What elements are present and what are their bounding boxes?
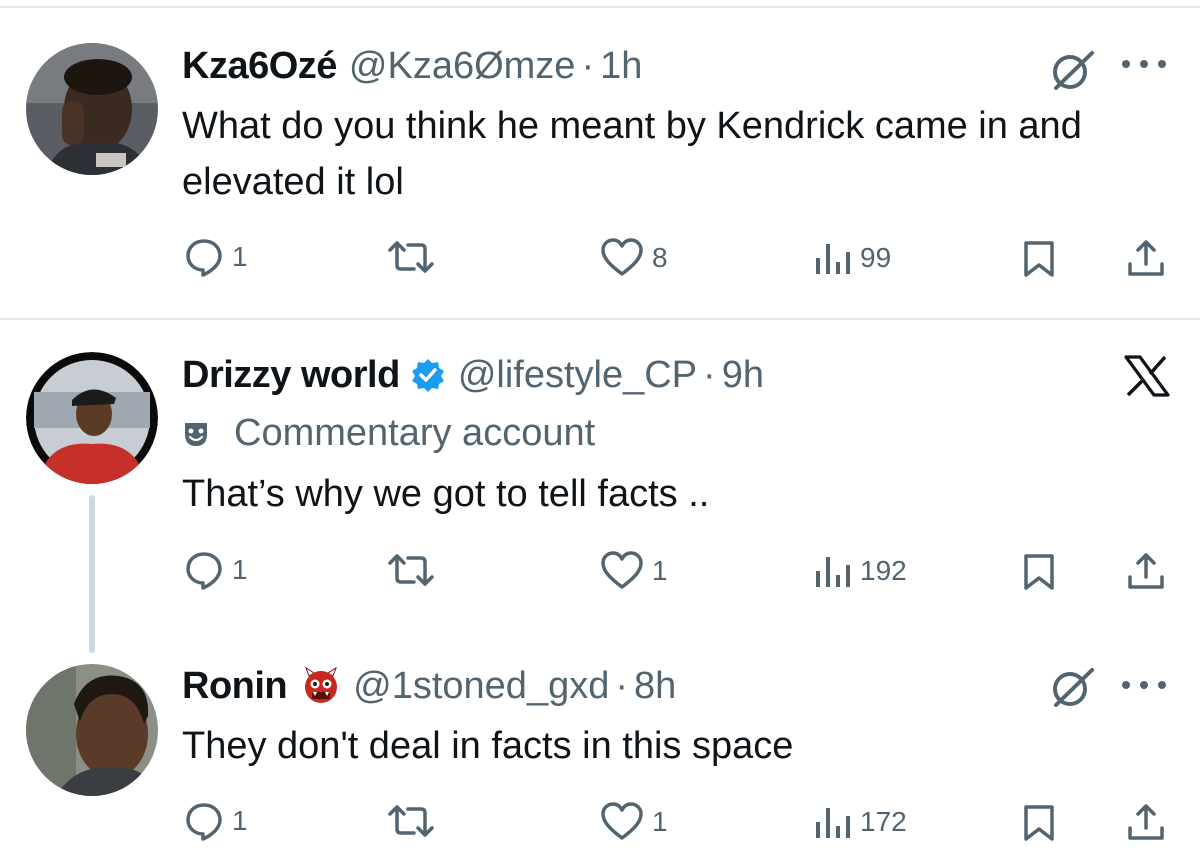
name-emoji [301, 666, 341, 706]
reply-icon [186, 552, 222, 590]
tweet-text: That’s why we got to tell facts .. [182, 473, 710, 515]
x-logo-icon[interactable] [1124, 355, 1170, 397]
like-count: 1 [652, 806, 668, 837]
like-button[interactable]: 8 [600, 238, 668, 278]
share-button[interactable] [1126, 238, 1166, 278]
reply-count: 1 [232, 805, 248, 836]
account-label[interactable]: Commentary account [182, 412, 595, 455]
like-count: 1 [652, 555, 668, 586]
grok-icon[interactable] [1048, 45, 1098, 95]
heart-icon [601, 802, 643, 840]
separator-dot: · [581, 44, 595, 87]
user-handle[interactable]: @Kza6Ømze [349, 45, 576, 88]
retweet-icon [388, 554, 434, 586]
avatar[interactable] [26, 352, 158, 484]
bookmark-icon [1024, 554, 1054, 590]
retweet-icon [388, 241, 434, 273]
retweet-icon [388, 805, 434, 837]
views-button[interactable]: 99 [814, 240, 891, 276]
retweet-button[interactable] [388, 552, 434, 588]
more-icon[interactable] [1118, 57, 1172, 71]
user-handle[interactable]: @lifestyle_CP [458, 354, 697, 397]
tweet-header: Kza6Ozé @Kza6Ømze · 1h [182, 41, 642, 91]
avatar[interactable] [26, 43, 158, 175]
tweet-header: Ronin @1stoned_gxd · 8h [182, 661, 676, 711]
reply-button[interactable]: 1 [184, 801, 248, 841]
display-name[interactable]: Drizzy world [182, 354, 400, 397]
display-name[interactable]: Ronin [182, 665, 288, 708]
tweet-header: Drizzy world @lifestyle_CP · 9h [182, 350, 764, 400]
bookmark-button[interactable] [1022, 804, 1056, 842]
display-name[interactable]: Kza6Ozé [182, 45, 337, 88]
reply-button[interactable]: 1 [184, 550, 248, 590]
reply-count: 1 [232, 241, 248, 272]
timestamp[interactable]: 9h [722, 354, 764, 397]
views-icon [816, 244, 850, 274]
reply-icon [186, 803, 222, 841]
views-button[interactable]: 172 [814, 804, 907, 840]
like-button[interactable]: 1 [600, 551, 668, 591]
bookmark-button[interactable] [1022, 553, 1056, 591]
theater-mask-icon [185, 422, 207, 446]
share-button[interactable] [1126, 551, 1166, 591]
reply-count: 1 [232, 554, 248, 585]
views-count: 99 [860, 242, 892, 273]
account-label-text: Commentary account [234, 412, 596, 454]
share-button[interactable] [1126, 802, 1166, 842]
separator-dot: · [615, 664, 628, 707]
user-handle[interactable]: @1stoned_gxd [353, 665, 609, 708]
views-icon [816, 808, 850, 838]
heart-icon [601, 238, 643, 276]
views-count: 192 [860, 555, 907, 586]
share-icon [1128, 240, 1164, 276]
views-button[interactable]: 192 [814, 553, 907, 589]
like-button[interactable]: 1 [600, 802, 668, 842]
tweet-text: What do you think he meant by Kendrick c… [182, 105, 1082, 203]
tweet-divider [0, 318, 1200, 320]
retweet-button[interactable] [388, 803, 434, 839]
share-icon [1128, 804, 1164, 840]
views-icon [816, 557, 850, 587]
heart-icon [601, 551, 643, 589]
grok-icon[interactable] [1048, 662, 1098, 712]
bookmark-icon [1024, 241, 1054, 277]
bookmark-icon [1024, 805, 1054, 841]
reply-icon [186, 239, 222, 277]
more-icon[interactable] [1118, 678, 1172, 692]
top-divider [0, 6, 1200, 8]
views-count: 172 [860, 806, 907, 837]
share-icon [1128, 553, 1164, 589]
timestamp[interactable]: 1h [600, 45, 642, 88]
verified-badge-icon [411, 359, 444, 392]
tweet-text: They don't deal in facts in this space [182, 725, 794, 767]
thread-connector [89, 495, 95, 653]
avatar[interactable] [26, 664, 158, 796]
like-count: 8 [652, 242, 668, 273]
retweet-button[interactable] [388, 239, 434, 275]
bookmark-button[interactable] [1022, 240, 1056, 278]
separator-dot: · [703, 353, 716, 396]
timestamp[interactable]: 8h [634, 665, 676, 708]
reply-button[interactable]: 1 [184, 237, 248, 277]
